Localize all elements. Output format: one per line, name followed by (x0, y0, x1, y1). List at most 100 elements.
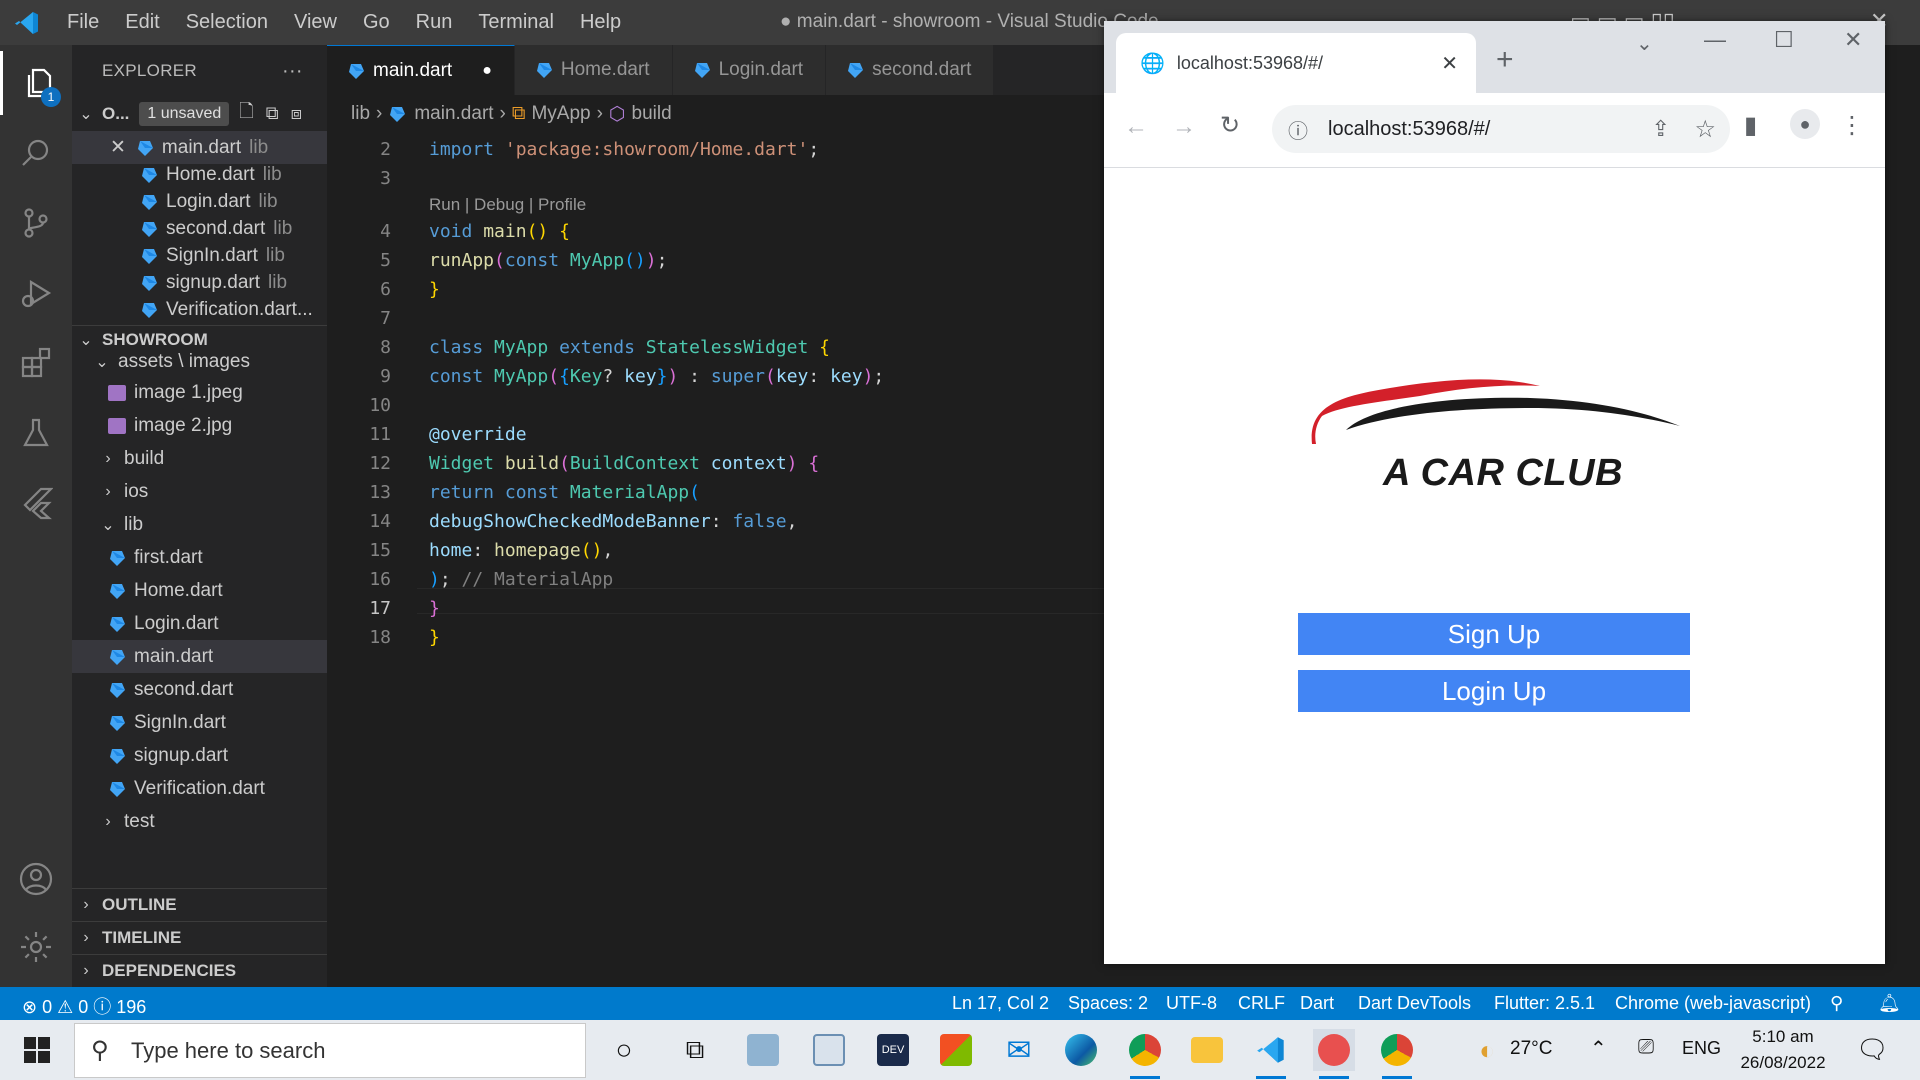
more-actions-icon[interactable]: ··· (282, 60, 303, 83)
encoding[interactable]: UTF-8 (1166, 993, 1217, 1014)
breadcrumb-lib[interactable]: lib (351, 103, 370, 125)
dependencies-section[interactable]: › DEPENDENCIES (72, 954, 327, 987)
accounts-icon[interactable] (0, 847, 72, 911)
close-editor-icon[interactable]: ✕ (110, 136, 126, 159)
testing-icon[interactable] (0, 401, 72, 465)
microsoft-store-icon[interactable] (935, 1029, 977, 1071)
windows-start-icon[interactable] (16, 1029, 58, 1071)
outline-section[interactable]: › OUTLINE (72, 888, 327, 921)
taskbar-search[interactable]: ⚲ Type here to search (74, 1023, 586, 1078)
tree-folder[interactable]: › test (72, 805, 327, 838)
tab-main-dart[interactable]: main.dart ● (327, 45, 515, 95)
flutter-version[interactable]: Flutter: 2.5.1 (1494, 993, 1595, 1014)
tree-file[interactable]: signup.dart (72, 739, 327, 772)
language-indicator[interactable]: ENG (1682, 1038, 1721, 1059)
meet-now-icon[interactable]: ⎚ (1638, 1036, 1654, 1059)
indentation[interactable]: Spaces: 2 (1068, 993, 1148, 1014)
profile-avatar-icon[interactable]: ● (1790, 109, 1820, 139)
site-info-icon[interactable]: ⓘ (1288, 115, 1308, 144)
menu-view[interactable]: View (294, 11, 337, 34)
unsaved-dot-icon[interactable]: ● (482, 62, 492, 80)
tree-folder[interactable]: › build (72, 442, 327, 475)
menu-help[interactable]: Help (580, 11, 621, 34)
browser-tab[interactable]: 🌐 localhost:53968/#/ ✕ (1116, 33, 1476, 93)
clock[interactable]: 5:10 am 26/08/2022 (1738, 1024, 1828, 1076)
run-debug-icon[interactable] (0, 261, 72, 325)
tree-folder[interactable]: ⌄ lib (72, 508, 327, 541)
tree-file-selected[interactable]: main.dart (72, 640, 327, 673)
timeline-section[interactable]: › TIMELINE (72, 921, 327, 954)
cortana-icon[interactable]: ○ (603, 1029, 645, 1071)
tab-search-icon[interactable]: ⌄ (1636, 31, 1653, 56)
line-ending[interactable]: CRLF (1238, 993, 1285, 1014)
notifications-bell-icon[interactable]: 🔔︎ (1878, 993, 1901, 1014)
tree-file[interactable]: Verification.dart (72, 772, 327, 805)
bookmark-star-icon[interactable]: ☆ (1694, 115, 1716, 144)
menu-file[interactable]: File (67, 11, 99, 34)
weather-icon[interactable]: ◐ (1466, 1029, 1508, 1071)
tree-file[interactable]: first.dart (72, 541, 327, 574)
side-panel-icon[interactable]: ▮ (1744, 111, 1757, 140)
menu-run[interactable]: Run (416, 11, 453, 34)
file-explorer-icon[interactable] (1186, 1029, 1228, 1071)
menu-terminal[interactable]: Terminal (478, 11, 554, 34)
notepad-app-icon[interactable] (742, 1029, 784, 1071)
chrome-profile-icon[interactable] (1124, 1029, 1166, 1079)
dart-devtools[interactable]: Dart DevTools (1358, 993, 1471, 1014)
chrome-menu-icon[interactable]: ⋮ (1840, 111, 1864, 140)
notification-center-icon[interactable]: 🗨︎ (1856, 1034, 1889, 1065)
chevron-up-icon[interactable]: ⌃ (1590, 1036, 1607, 1061)
project-header[interactable]: ⌄ SHOWROOM (72, 325, 327, 353)
code-editor[interactable]: 2 import 'package:showroom/Home.dart'; 3… (327, 133, 1104, 987)
save-all-icon[interactable]: ⧉ (266, 103, 279, 124)
tree-folder[interactable]: › ios (72, 475, 327, 508)
share-icon[interactable]: ⇪ (1652, 116, 1670, 142)
tree-file[interactable]: second.dart (72, 673, 327, 706)
explorer-icon[interactable]: 1 (0, 51, 72, 115)
device-selector[interactable]: Chrome (web-javascript) (1615, 993, 1811, 1014)
tab-login-dart[interactable]: Login.dart (672, 45, 827, 95)
back-icon[interactable]: ← (1124, 113, 1148, 141)
menu-selection[interactable]: Selection (186, 11, 268, 34)
close-browser-icon[interactable]: ✕ (1844, 27, 1862, 53)
menu-edit[interactable]: Edit (125, 11, 159, 34)
close-all-icon[interactable]: ⧈ (291, 103, 302, 124)
cursor-position[interactable]: Ln 17, Col 2 (952, 993, 1049, 1014)
sign-up-button[interactable]: Sign Up (1298, 613, 1690, 655)
source-control-icon[interactable] (0, 191, 72, 255)
edge-browser-icon[interactable] (1060, 1029, 1102, 1071)
tree-file[interactable]: SignIn.dart (72, 706, 327, 739)
dev-home-icon[interactable]: DEV (872, 1029, 914, 1071)
flutter-icon[interactable] (0, 471, 72, 535)
breadcrumb-class[interactable]: MyApp (531, 103, 590, 125)
breadcrumb-file[interactable]: main.dart (414, 103, 493, 125)
search-icon[interactable] (0, 121, 72, 185)
tab-second-dart[interactable]: second.dart (826, 45, 995, 95)
minimize-icon[interactable]: — (1704, 27, 1726, 53)
tree-file[interactable]: image 2.jpg (72, 409, 327, 442)
breadcrumb-method[interactable]: build (632, 103, 672, 125)
address-bar[interactable]: ⓘ localhost:53968/#/ ⇪ ☆ (1272, 105, 1730, 153)
new-tab-icon[interactable]: + (1496, 43, 1514, 77)
vscode-taskbar-icon[interactable] (1250, 1029, 1292, 1079)
forward-icon[interactable]: → (1172, 113, 1196, 141)
maximize-icon[interactable]: ☐ (1774, 27, 1794, 53)
language-mode[interactable]: Dart (1300, 993, 1334, 1014)
tree-file[interactable]: Home.dart (72, 574, 327, 607)
vscode-logo-icon[interactable] (0, 0, 54, 45)
tree-file[interactable]: Login.dart (72, 607, 327, 640)
login-button[interactable]: Login Up (1298, 670, 1690, 712)
open-editors-header[interactable]: ⌄ O... 1 unsaved 🗋 ⧉ ⧈ (72, 97, 327, 130)
problems-indicator[interactable]: ⊗ 0 ⚠ 0 ⓘ 196 (22, 993, 146, 1019)
weather-temp[interactable]: 27°C (1510, 1038, 1552, 1060)
document-app-icon[interactable] (808, 1029, 850, 1071)
extensions-icon[interactable] (0, 331, 72, 395)
new-file-icon[interactable]: 🗋 (239, 99, 253, 129)
settings-gear-icon[interactable] (0, 915, 72, 979)
tab-home-dart[interactable]: Home.dart (514, 45, 673, 95)
chrome-taskbar-icon[interactable] (1376, 1029, 1418, 1079)
flutter-devtools-icon[interactable] (1313, 1029, 1355, 1079)
open-editor-item[interactable]: Verification.dart... (72, 293, 327, 326)
folder-assets-images[interactable]: ⌄ assets \ images (72, 350, 327, 374)
task-view-icon[interactable]: ⧉ (674, 1029, 716, 1071)
